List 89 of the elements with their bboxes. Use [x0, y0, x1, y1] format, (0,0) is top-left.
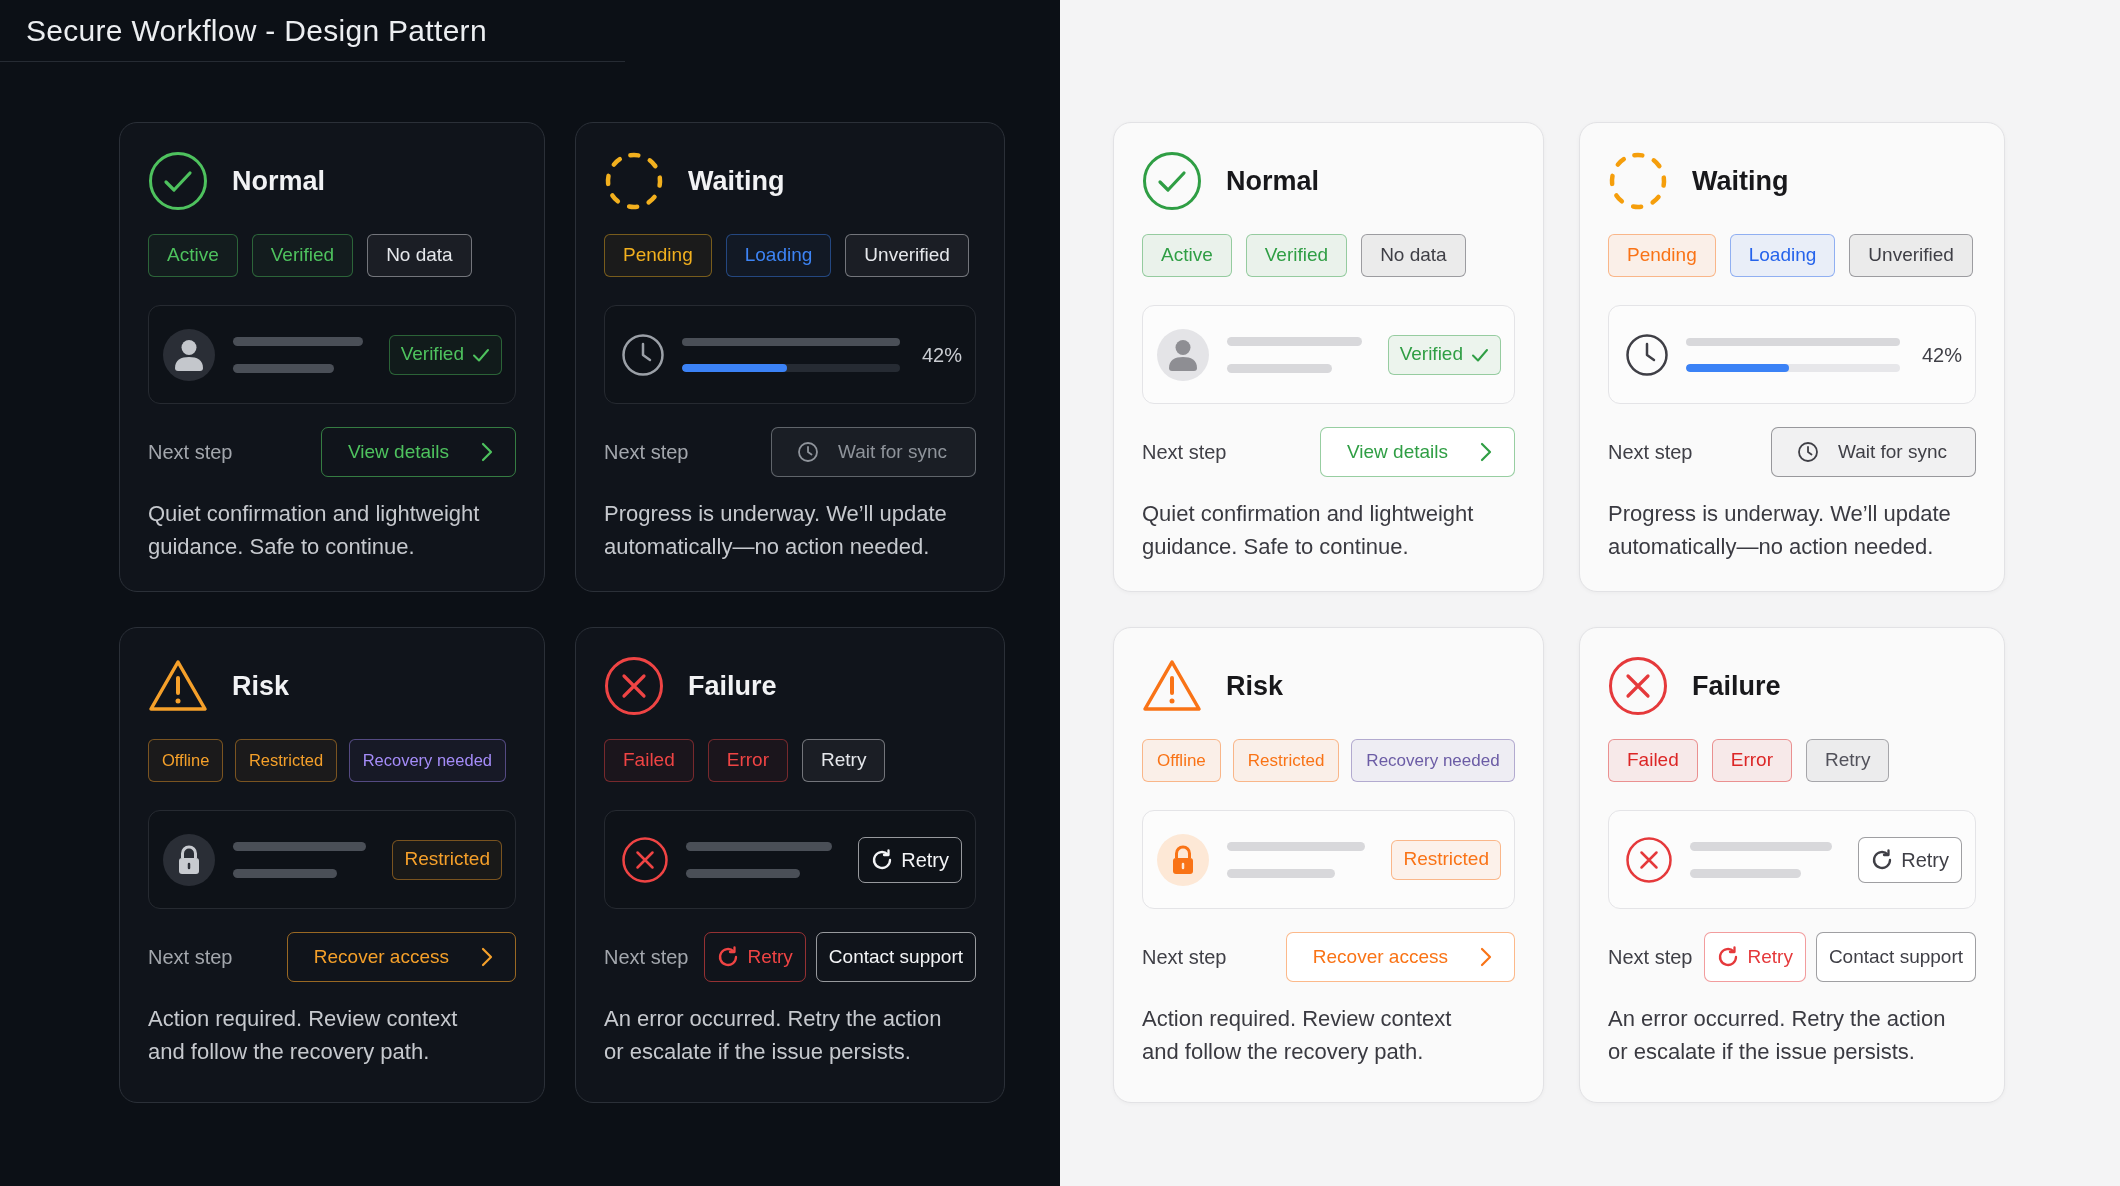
badge-label: Verified — [1399, 342, 1463, 367]
status-badge: Recovery needed — [1351, 739, 1515, 782]
status-badge: Recovery needed — [348, 739, 506, 782]
status-badge: Retry — [1806, 739, 1890, 782]
dashed-circle-icon — [604, 151, 664, 211]
status-badge: Pending — [604, 234, 712, 277]
status-badge: Offline — [148, 739, 224, 782]
card-description: An error occurred. Retry the action or escalate if the issue persists. — [1608, 1005, 1947, 1066]
action-button[interactable]: Retry — [704, 932, 806, 982]
card-title: Risk — [232, 670, 290, 703]
status-badge: Offline — [1142, 739, 1221, 782]
next-step-label: Next step — [604, 440, 689, 465]
status-badge: Error — [707, 739, 788, 782]
card-description: Progress is underway. We’ll update automatically—no action needed. — [604, 500, 948, 561]
card-title: Normal — [232, 165, 326, 198]
badge-label: Verified — [400, 342, 464, 367]
lock-icon — [1157, 833, 1209, 886]
status-badge: Unverified — [1849, 234, 1973, 277]
card-description: Action required. Review context and follow the recovery path. — [148, 1005, 459, 1066]
chevron-right-icon — [1480, 442, 1492, 462]
status-badge: No data — [1361, 234, 1466, 277]
status-badge: Pending — [1608, 234, 1716, 277]
check-circle-icon — [148, 151, 208, 211]
next-step-label: Next step — [604, 945, 689, 970]
status-badge: Restricted — [234, 739, 338, 782]
avatar-icon — [1157, 328, 1209, 381]
next-step-label: Next step — [148, 440, 233, 465]
status-badge: Verified — [251, 234, 354, 277]
status-badge: Failed — [1608, 739, 1698, 782]
clock-icon — [797, 442, 818, 462]
clock-icon — [1797, 442, 1818, 462]
card-description: An error occurred. Retry the action or escalate if the issue persists. — [604, 1005, 943, 1066]
x-circle-icon — [1626, 836, 1672, 883]
next-step-label: Next step — [148, 945, 233, 970]
card-title: Failure — [688, 670, 777, 703]
status-badge: Retry — [802, 739, 886, 782]
chevron-right-icon — [481, 442, 493, 462]
chevron-right-icon — [481, 947, 493, 967]
clock-icon — [1626, 333, 1668, 376]
progress-reading: 42% — [921, 342, 962, 368]
page-title: Secure Workflow - Design Pattern — [26, 12, 487, 49]
action-button[interactable]: View details — [320, 427, 516, 477]
refresh-icon — [1717, 946, 1740, 968]
next-step-label: Next step — [1608, 945, 1693, 970]
card-description: Action required. Review context and follow the recovery path. — [1142, 1005, 1453, 1066]
refresh-icon — [1871, 848, 1894, 871]
card-description: Quiet confirmation and lightweight guidance. Safe to continue. — [148, 500, 481, 561]
warning-icon — [148, 658, 208, 714]
status-badge: Unverified — [845, 234, 969, 277]
badge-label: Restricted — [404, 847, 490, 872]
action-button[interactable]: Contact support — [815, 932, 976, 982]
card-title: Risk — [1226, 670, 1284, 703]
status-badge: Error — [1711, 739, 1792, 782]
status-badge: Active — [148, 234, 238, 277]
card-description: Quiet confirmation and lightweight guidance. Safe to continue. — [1142, 500, 1475, 561]
card-title: Failure — [1692, 670, 1781, 703]
lock-icon — [163, 833, 215, 886]
dashed-circle-icon — [1608, 151, 1668, 211]
card-description: Progress is underway. We’ll update automatically—no action needed. — [1608, 500, 1952, 561]
card-title: Waiting — [688, 165, 785, 198]
status-badge: Verified — [1245, 234, 1348, 277]
badge-label: Restricted — [1403, 847, 1489, 872]
refresh-icon — [717, 946, 740, 968]
next-step-label: Next step — [1142, 440, 1227, 465]
next-step-label: Next step — [1608, 440, 1693, 465]
avatar-icon — [163, 328, 215, 381]
action-button[interactable]: Retry — [858, 836, 962, 883]
status-badge: No data — [367, 234, 472, 277]
refresh-icon — [871, 848, 894, 871]
warning-icon — [1142, 658, 1202, 714]
action-button[interactable]: Retry — [1704, 932, 1806, 982]
chevron-right-icon — [1480, 947, 1492, 967]
x-circle-icon — [622, 836, 668, 883]
progress-reading: 42% — [1921, 342, 1962, 368]
status-badge: Failed — [604, 739, 694, 782]
action-button[interactable]: Recover access — [286, 932, 516, 982]
x-circle-icon — [1608, 656, 1668, 716]
status-badge: Loading — [725, 234, 832, 277]
card-title: Waiting — [1692, 165, 1789, 198]
x-circle-icon — [604, 656, 664, 716]
clock-icon — [622, 333, 664, 376]
check-circle-icon — [1142, 151, 1202, 211]
next-step-label: Next step — [1142, 945, 1227, 970]
card-title: Normal — [1226, 165, 1320, 198]
status-badge: Loading — [1729, 234, 1836, 277]
action-button[interactable]: Retry — [1858, 836, 1962, 883]
status-badge: Restricted — [1232, 739, 1340, 782]
action-button[interactable]: Contact support — [1815, 932, 1977, 982]
status-badge: Active — [1142, 234, 1232, 277]
